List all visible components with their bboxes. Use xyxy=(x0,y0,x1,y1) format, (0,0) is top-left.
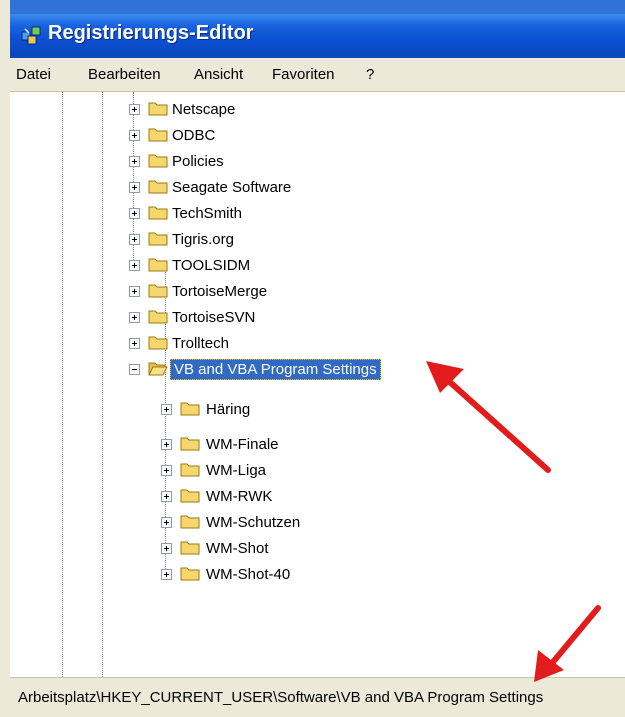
tree-node-label: TortoiseSVN xyxy=(172,309,256,326)
menu-datei[interactable]: Datei xyxy=(16,66,51,83)
open-folder-icon xyxy=(148,362,168,376)
menu-bearbeiten[interactable]: Bearbeiten xyxy=(88,66,161,83)
expand-icon[interactable] xyxy=(129,208,140,219)
folder-icon xyxy=(148,180,168,194)
tree-node-label: WM-Shot xyxy=(206,540,269,557)
title-strip xyxy=(10,0,625,14)
expand-icon[interactable] xyxy=(129,312,140,323)
folder-icon xyxy=(148,258,168,272)
expand-icon[interactable] xyxy=(129,338,140,349)
tree-node-label: TortoiseMerge xyxy=(172,283,268,300)
folder-icon xyxy=(148,206,168,220)
tree-node-label: WM-Schutzen xyxy=(206,514,301,531)
expand-icon[interactable] xyxy=(129,260,140,271)
expand-icon[interactable] xyxy=(129,104,140,115)
tree-node-label: Trolltech xyxy=(172,335,229,352)
expand-icon[interactable] xyxy=(129,130,140,141)
folder-icon xyxy=(148,336,168,350)
folder-icon xyxy=(180,489,200,503)
folder-icon xyxy=(148,284,168,298)
background-window-edge xyxy=(0,0,10,717)
registry-editor-icon xyxy=(21,26,41,45)
menu-ansicht[interactable]: Ansicht xyxy=(194,66,243,83)
tree-node-label: WM-RWK xyxy=(206,488,273,505)
tree-node-label: ODBC xyxy=(172,127,216,144)
tree-node-label: Policies xyxy=(172,153,224,170)
tree-guide-line xyxy=(62,92,63,677)
folder-icon xyxy=(148,310,168,324)
folder-icon xyxy=(180,541,200,555)
folder-icon xyxy=(148,232,168,246)
expand-icon[interactable] xyxy=(161,465,172,476)
tree-node-label: WM-Liga xyxy=(206,462,267,479)
annotation-arrow-icon xyxy=(426,361,551,473)
expand-icon[interactable] xyxy=(161,404,172,415)
tree-node-label: Tigris.org xyxy=(172,231,234,248)
expand-icon[interactable] xyxy=(161,543,172,554)
expand-icon[interactable] xyxy=(161,569,172,580)
tree-node-label: WM-Finale xyxy=(206,436,279,453)
expand-icon[interactable] xyxy=(161,517,172,528)
folder-icon xyxy=(148,128,168,142)
tree-node-label: TechSmith xyxy=(172,205,243,222)
expand-icon[interactable] xyxy=(129,286,140,297)
tree-node-label: Netscape xyxy=(172,101,236,118)
expand-icon[interactable] xyxy=(161,491,172,502)
tree-guide-line xyxy=(102,92,103,677)
menu-bar: Datei Bearbeiten Ansicht Favoriten ? xyxy=(10,58,625,92)
folder-icon xyxy=(148,102,168,116)
window-title: Registrierungs-Editor xyxy=(48,22,254,44)
expand-icon[interactable] xyxy=(129,182,140,193)
expand-icon[interactable] xyxy=(161,439,172,450)
annotation-arrow-icon xyxy=(534,605,601,682)
screenshot-frame: Registrierungs-Editor Datei Bearbeiten A… xyxy=(0,0,625,717)
menu-help[interactable]: ? xyxy=(366,66,374,83)
tree-node-label-selected: VB and VBA Program Settings xyxy=(170,359,381,380)
folder-icon xyxy=(148,154,168,168)
folder-icon xyxy=(180,463,200,477)
folder-icon xyxy=(180,567,200,581)
menu-favoriten[interactable]: Favoriten xyxy=(272,66,335,83)
folder-icon xyxy=(180,402,200,416)
tree-node-label: WM-Shot-40 xyxy=(206,566,291,583)
tree-node-label: Seagate Software xyxy=(172,179,292,196)
folder-icon xyxy=(180,515,200,529)
expand-icon[interactable] xyxy=(129,234,140,245)
collapse-icon[interactable] xyxy=(129,364,140,375)
expand-icon[interactable] xyxy=(129,156,140,167)
status-path: Arbeitsplatz\HKEY_CURRENT_USER\Software\… xyxy=(18,689,544,706)
folder-icon xyxy=(180,437,200,451)
tree-node-label: Häring xyxy=(206,401,251,418)
tree-node-label: TOOLSIDM xyxy=(172,257,251,274)
